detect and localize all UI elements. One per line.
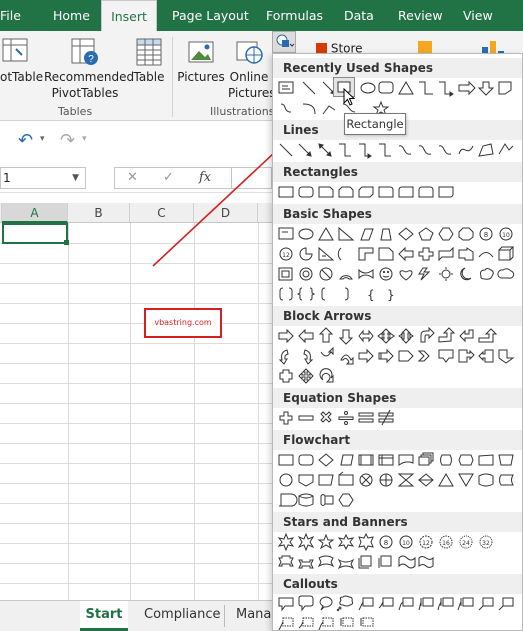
recent-shapes-icons[interactable] bbox=[277, 78, 522, 98]
basic-shapes-row-1: 8 10 bbox=[277, 224, 522, 244]
section-flowchart: Flowchart bbox=[273, 430, 522, 450]
flowchart-shape-icons[interactable] bbox=[277, 450, 522, 470]
recent-shapes-row-1 bbox=[277, 78, 522, 98]
basic-shape-icons[interactable]: 8 10 bbox=[277, 224, 522, 244]
flowchart-shape-icons[interactable] bbox=[277, 490, 522, 510]
flowchart-row-2 bbox=[277, 470, 522, 490]
shapes-gallery: Recently Used Shapes Lines Rectangles Ba… bbox=[272, 53, 523, 631]
flowchart-row-1 bbox=[277, 450, 522, 470]
callout-shape-icons[interactable] bbox=[277, 614, 522, 631]
svg-text:{: { bbox=[367, 288, 375, 302]
rectangle-shape-icons[interactable] bbox=[277, 182, 522, 202]
mouse-pointer-icon bbox=[343, 88, 356, 106]
rectangle-tooltip: Rectangle bbox=[344, 113, 406, 135]
stars-banners-row-2 bbox=[277, 552, 522, 572]
section-equation-shapes: Equation Shapes bbox=[273, 388, 522, 408]
callouts-row-1 bbox=[277, 594, 522, 614]
flowchart-row-3 bbox=[277, 490, 522, 510]
block-arrows-row-1 bbox=[277, 326, 522, 346]
equation-shape-icons[interactable] bbox=[277, 408, 522, 428]
basic-shapes-row-4: { } bbox=[277, 284, 522, 304]
star-shape-icons[interactable]: 8 10 12 16 24 32 bbox=[277, 532, 522, 552]
section-rectangles: Rectangles bbox=[273, 162, 522, 182]
section-basic-shapes: Basic Shapes bbox=[273, 204, 522, 224]
svg-text:8: 8 bbox=[484, 231, 488, 239]
flowchart-shape-icons[interactable] bbox=[277, 470, 522, 490]
basic-shape-icons[interactable] bbox=[277, 264, 522, 284]
block-arrow-icons[interactable] bbox=[277, 366, 522, 386]
section-callouts: Callouts bbox=[273, 574, 522, 594]
svg-text:24: 24 bbox=[462, 540, 470, 547]
section-recently-used-shapes: Recently Used Shapes bbox=[273, 58, 522, 78]
svg-text:}: } bbox=[387, 288, 395, 302]
svg-text:10: 10 bbox=[402, 540, 410, 547]
basic-shape-icons[interactable]: 12 bbox=[277, 244, 522, 264]
bracket-shape-icons[interactable]: { } bbox=[277, 284, 522, 304]
svg-text:12: 12 bbox=[282, 252, 290, 259]
block-arrows-row-3 bbox=[277, 366, 522, 386]
svg-text:10: 10 bbox=[502, 232, 510, 239]
basic-shapes-row-3 bbox=[277, 264, 522, 284]
svg-text:12: 12 bbox=[422, 540, 430, 547]
basic-shapes-row-2: 12 bbox=[277, 244, 522, 264]
rectangles-row bbox=[277, 182, 522, 202]
line-shape-icons[interactable] bbox=[277, 140, 522, 160]
svg-text:16: 16 bbox=[442, 540, 450, 547]
callouts-row-2 bbox=[277, 614, 522, 631]
svg-text:32: 32 bbox=[482, 540, 490, 547]
banner-shape-icons[interactable] bbox=[277, 552, 522, 572]
callout-shape-icons[interactable] bbox=[277, 594, 522, 614]
stars-banners-row-1: 8 10 12 16 24 32 bbox=[277, 532, 522, 552]
equation-shapes-row bbox=[277, 408, 522, 428]
lines-row bbox=[277, 140, 522, 160]
section-block-arrows: Block Arrows bbox=[273, 306, 522, 326]
svg-text:8: 8 bbox=[384, 539, 388, 547]
block-arrow-icons[interactable] bbox=[277, 346, 522, 366]
block-arrows-row-2 bbox=[277, 346, 522, 366]
section-stars-and-banners: Stars and Banners bbox=[273, 512, 522, 532]
block-arrow-icons[interactable] bbox=[277, 326, 522, 346]
